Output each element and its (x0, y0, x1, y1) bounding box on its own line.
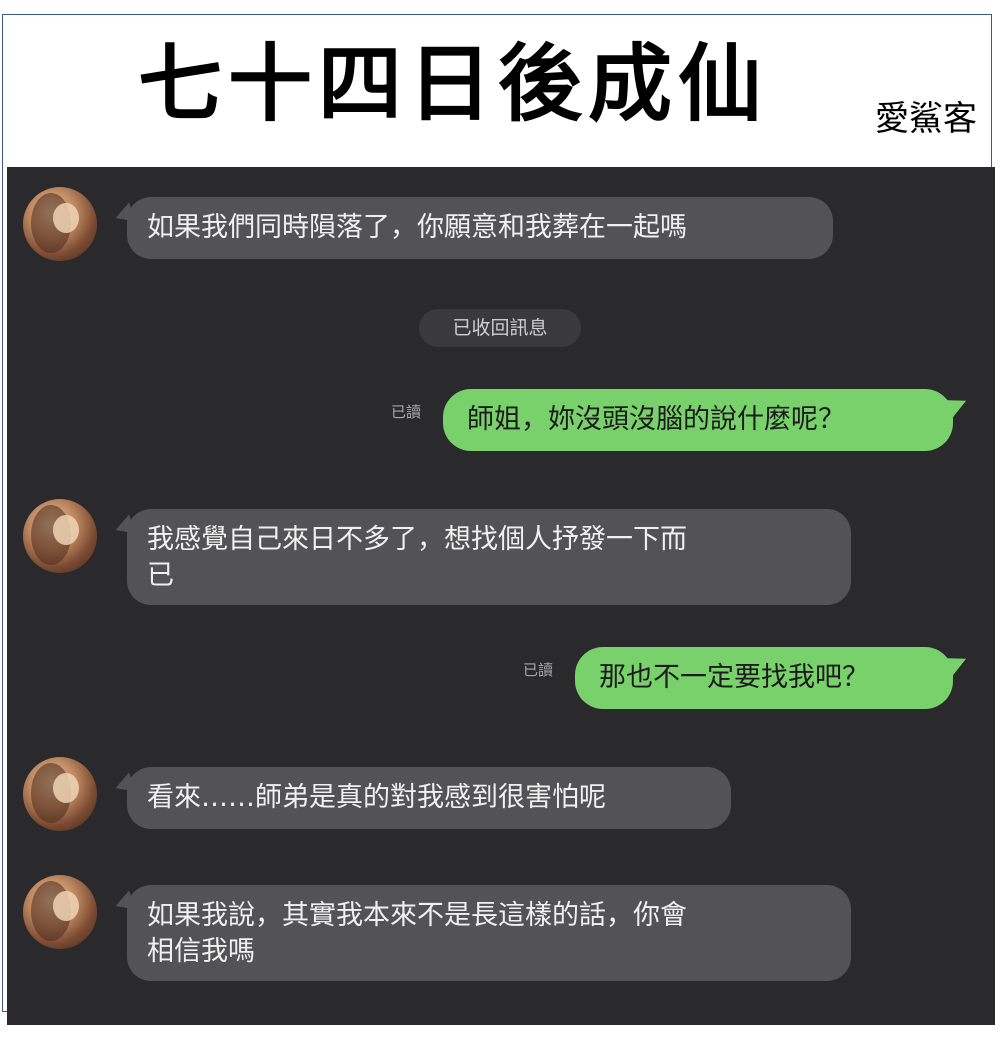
avatar-face (53, 891, 79, 921)
read-receipt: 已讀 (391, 403, 422, 421)
contact-avatar[interactable] (23, 875, 97, 949)
panel-header: 七十四日後成仙 愛鯊客 (3, 15, 991, 153)
chat-window[interactable]: 如果我們同時隕落了，你願意和我葬在一起嗎 已收回訊息 已讀 師姐，妳沒頭沒腦的說… (7, 167, 995, 1025)
message-text: 那也不一定要找我吧？ (599, 662, 869, 693)
message-text-line: 相信我嗎 (147, 936, 255, 967)
read-receipt: 已讀 (523, 661, 554, 679)
message-text-line: 已 (147, 560, 174, 591)
incoming-message[interactable]: 如果我們同時隕落了，你願意和我葬在一起嗎 (127, 197, 833, 259)
outgoing-message[interactable]: 那也不一定要找我吧？ (575, 647, 953, 709)
message-text-line: 如果我說，其實我本來不是長這樣的話，你會 (147, 900, 687, 931)
incoming-message[interactable]: 如果我說，其實我本來不是長這樣的話，你會 相信我嗎 (127, 885, 851, 981)
avatar-face (53, 203, 79, 233)
incoming-message[interactable]: 我感覺自己來日不多了，想找個人抒發一下而 已 (127, 509, 851, 605)
comic-panel: 七十四日後成仙 愛鯊客 如果我們同時隕落了，你願意和我葬在一起嗎 已收回訊息 已… (2, 14, 995, 1025)
contact-avatar[interactable] (23, 499, 97, 573)
message-text: 師姐，妳沒頭沒腦的說什麼呢？ (467, 404, 845, 435)
author-signature: 愛鯊客 (875, 99, 977, 139)
recalled-message-notice: 已收回訊息 (419, 309, 581, 347)
incoming-message[interactable]: 看來……師弟是真的對我感到很害怕呢 (127, 767, 731, 829)
avatar-face (53, 773, 79, 803)
outgoing-message[interactable]: 師姐，妳沒頭沒腦的說什麼呢？ (443, 389, 953, 451)
message-text: 如果我們同時隕落了，你願意和我葬在一起嗎 (147, 212, 687, 243)
contact-avatar[interactable] (23, 757, 97, 831)
message-text: 看來……師弟是真的對我感到很害怕呢 (147, 782, 606, 813)
avatar-face (53, 515, 79, 545)
contact-avatar[interactable] (23, 187, 97, 261)
comic-title: 七十四日後成仙 (137, 34, 768, 133)
message-text-line: 我感覺自己來日不多了，想找個人抒發一下而 (147, 524, 687, 555)
system-text: 已收回訊息 (452, 317, 548, 339)
